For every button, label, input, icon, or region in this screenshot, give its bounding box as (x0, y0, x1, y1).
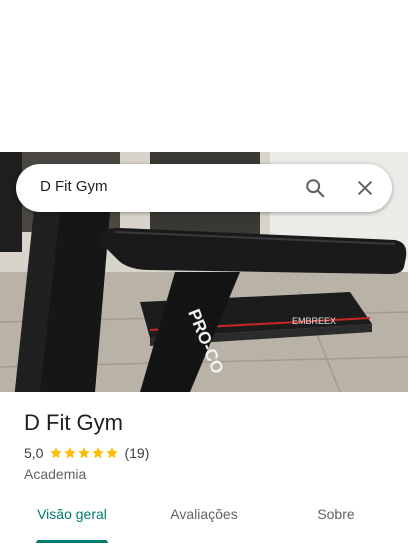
place-title: D Fit Gym (24, 410, 123, 435)
star-icon (106, 447, 119, 459)
place-category[interactable]: Academia (24, 466, 86, 482)
tab-overview[interactable]: Visão geral (24, 504, 120, 544)
search-button[interactable] (301, 174, 329, 202)
place-info-panel: D Fit Gym 5,0 (19) Academia Visão geral … (0, 392, 408, 544)
close-icon (358, 181, 372, 195)
tab-about[interactable]: Sobre (288, 504, 384, 544)
map-blank-area (0, 0, 408, 152)
treadmill-logo-text: EMBREEX (292, 316, 336, 326)
search-query-text[interactable]: D Fit Gym (40, 178, 108, 195)
star-rating (49, 446, 119, 460)
star-icon (78, 447, 91, 459)
search-icon (306, 179, 325, 198)
search-bar[interactable]: D Fit Gym (16, 164, 392, 212)
rating-row[interactable]: 5,0 (19) (24, 445, 149, 461)
star-icon (92, 447, 105, 459)
tab-overview-label: Visão geral (37, 506, 107, 522)
active-tab-indicator (36, 540, 108, 543)
star-icon (50, 447, 63, 459)
star-icon (64, 447, 77, 459)
clear-search-button[interactable] (351, 174, 379, 202)
tab-about-label: Sobre (317, 506, 355, 522)
place-tabs: Visão geral Avaliações Sobre (0, 504, 408, 544)
reviews-count[interactable]: (19) (124, 445, 149, 461)
tab-reviews[interactable]: Avaliações (156, 504, 252, 544)
tab-reviews-label: Avaliações (170, 506, 238, 522)
rating-value: 5,0 (24, 445, 44, 461)
